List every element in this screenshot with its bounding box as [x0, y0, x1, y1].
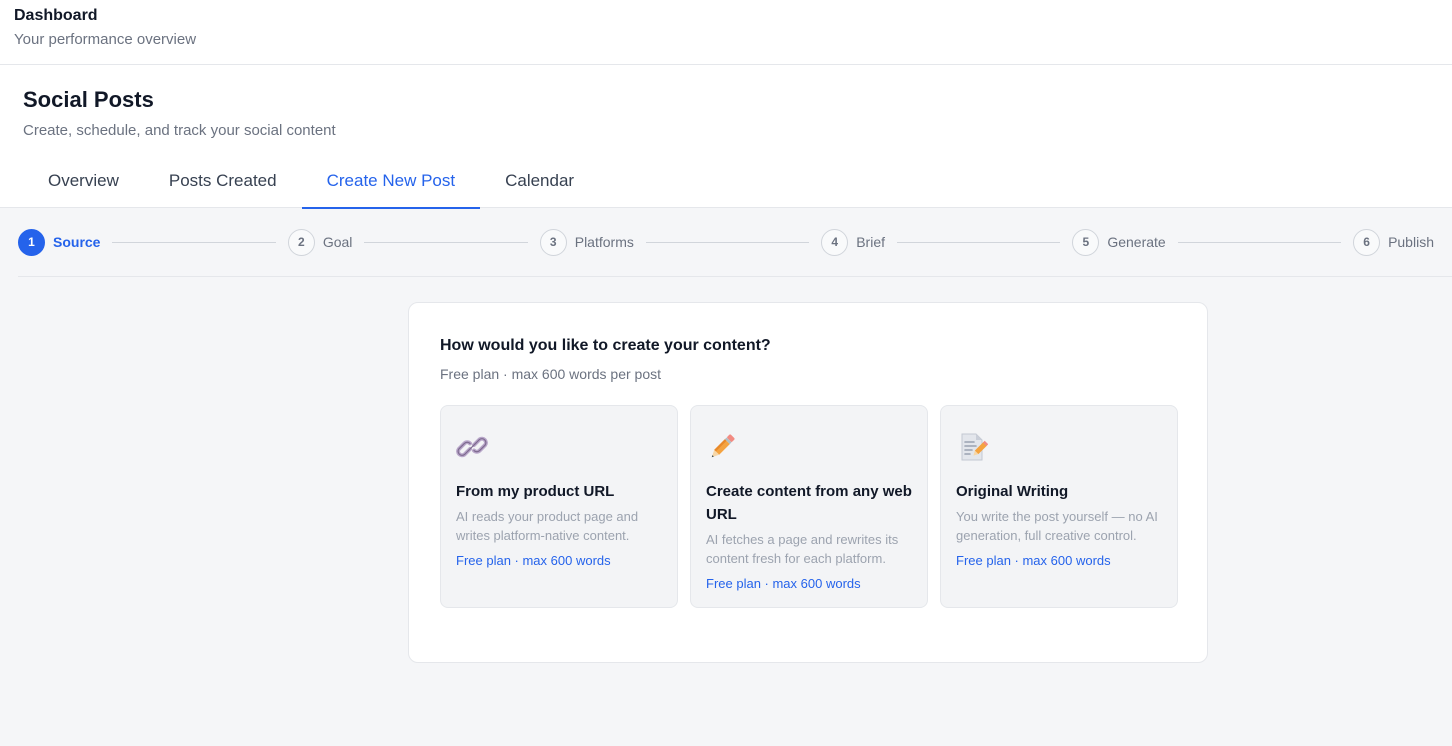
memo-icon	[961, 433, 988, 461]
step-publish[interactable]: 6 Publish	[1353, 228, 1434, 256]
source-card-product-url[interactable]: From my product URL AI reads your produc…	[440, 405, 678, 608]
tab-calendar[interactable]: Calendar	[480, 157, 599, 208]
step-connector	[112, 241, 276, 243]
source-card-original-writing[interactable]: Original Writing You write the post your…	[940, 405, 1178, 608]
content-source-panel: How would you like to create your conten…	[408, 302, 1208, 663]
step-generate[interactable]: 5 Generate	[1072, 228, 1166, 256]
step-platforms[interactable]: 3 Platforms	[539, 228, 634, 256]
app-title: Dashboard	[14, 7, 98, 24]
card-title: From my product URL	[456, 483, 615, 500]
step-connector	[1177, 241, 1342, 243]
tab-overview[interactable]: Overview	[23, 157, 144, 208]
card-plan-limit: Free plan · max 600 words	[706, 576, 861, 591]
step-connector	[897, 241, 1061, 243]
card-plan-limit: Free plan · max 600 words	[956, 553, 1111, 568]
step-brief[interactable]: 4 Brief	[821, 228, 885, 256]
card-title: Create content from any web URL	[706, 483, 912, 523]
step-label: Goal	[322, 234, 353, 250]
step-number: 3	[539, 228, 567, 256]
page-header: Social Posts Create, schedule, and track…	[0, 65, 1452, 209]
step-connector	[364, 241, 528, 243]
panel-title: How would you like to create your conten…	[440, 337, 771, 354]
pencil-icon	[711, 434, 735, 458]
source-card-web-url[interactable]: Create content from any web URL AI fetch…	[690, 405, 928, 608]
panel-plan-note: Free plan · max 600 words per post	[440, 366, 661, 382]
step-number: 6	[1353, 228, 1381, 256]
link-icon	[456, 436, 488, 458]
step-label: Platforms	[574, 234, 634, 250]
step-number: 1	[18, 228, 45, 256]
step-goal[interactable]: 2 Goal	[287, 228, 353, 256]
step-connector	[645, 241, 810, 243]
step-label: Publish	[1388, 234, 1434, 250]
page-title: Social Posts	[23, 87, 154, 112]
card-description: AI reads your product page and writes pl…	[456, 509, 639, 543]
app-subtitle: Your performance overview	[14, 31, 197, 48]
page-subtitle: Create, schedule, and track your social …	[23, 122, 336, 139]
step-label: Generate	[1107, 234, 1166, 250]
wizard-stepper: 1 Source 2 Goal 3 Platforms 4 Brief 5 Ge…	[18, 226, 1434, 258]
tab-posts-created[interactable]: Posts Created	[144, 157, 302, 208]
step-number: 4	[821, 228, 849, 256]
card-title: Original Writing	[956, 483, 1069, 500]
step-number: 5	[1072, 228, 1100, 256]
stepper-divider	[18, 276, 1452, 277]
step-source[interactable]: 1 Source	[18, 228, 101, 256]
step-number: 2	[287, 228, 315, 256]
card-description: You write the post yourself — no AI gene…	[956, 509, 1158, 543]
card-plan-limit: Free plan · max 600 words	[456, 553, 611, 568]
top-bar: Dashboard Your performance overview	[0, 0, 1452, 65]
step-label: Source	[53, 234, 101, 250]
tab-bar: Overview Posts Created Create New Post C…	[23, 157, 599, 209]
card-description: AI fetches a page and rewrites its conte…	[706, 532, 899, 566]
tab-create-new-post[interactable]: Create New Post	[301, 157, 481, 209]
step-label: Brief	[856, 234, 885, 250]
